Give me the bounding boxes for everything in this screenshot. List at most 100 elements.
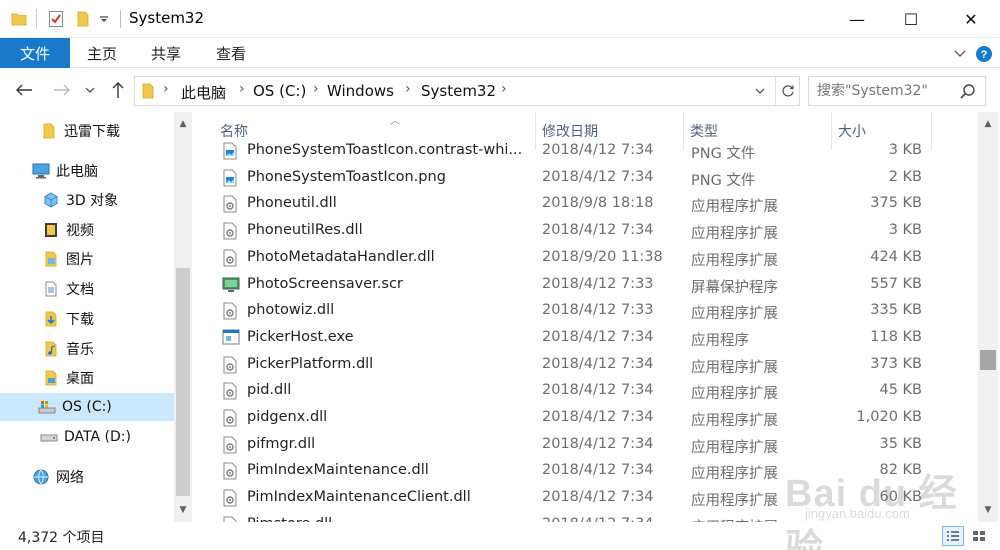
tab-share[interactable]: 共享 <box>151 38 181 68</box>
up-button[interactable] <box>106 78 130 102</box>
file-row[interactable]: PhoneutilRes.dll 2018/4/12 7:34 应用程序扩展 3 KB <box>192 218 978 245</box>
scrollbar-thumb[interactable] <box>176 268 190 496</box>
scroll-down-icon[interactable]: ▼ <box>978 502 998 518</box>
breadcrumb-this-pc[interactable]: 此电脑 <box>181 82 226 103</box>
breadcrumb-system32[interactable]: System32 <box>421 82 496 100</box>
expand-ribbon-icon[interactable] <box>950 44 970 64</box>
refresh-icon <box>781 85 794 97</box>
file-date: 2018/4/12 7:34 <box>542 409 654 425</box>
search-box[interactable] <box>808 76 986 106</box>
nav-item-documents[interactable]: 文档 <box>42 275 94 303</box>
video-icon <box>42 221 60 239</box>
large-icons-view-button[interactable] <box>968 526 990 546</box>
file-row[interactable]: PhotoScreensaver.scr 2018/4/12 7:33 屏幕保护程序… <box>192 272 978 299</box>
customize-toolbar-icon[interactable] <box>97 9 111 29</box>
file-name: pid.dll <box>247 382 292 399</box>
nav-item-music[interactable]: 音乐 <box>42 335 94 363</box>
dll-icon <box>222 356 238 374</box>
file-row[interactable]: PhoneSystemToastIcon.png 2018/4/12 7:34 PN… <box>192 165 978 192</box>
details-view-button[interactable] <box>942 526 964 546</box>
file-name: PhoneutilRes.dll <box>247 222 363 239</box>
file-type: 应用程序扩展 <box>691 413 778 429</box>
close-button[interactable]: ✕ <box>944 0 998 38</box>
file-size: 2 KB <box>888 168 922 185</box>
downloads-icon <box>42 310 60 328</box>
file-row[interactable]: PickerHost.exe 2018/4/12 7:34 应用程序 118 KB <box>192 325 978 352</box>
breadcrumb-windows[interactable]: Windows <box>327 82 394 100</box>
chevron-right-icon[interactable]: › <box>313 81 319 97</box>
dll-icon <box>222 489 238 507</box>
address-bar[interactable]: › 此电脑 › OS (C:) › Windows › System32 › <box>134 76 800 106</box>
file-size: 3 KB <box>888 142 922 158</box>
file-row[interactable]: Phoneutil.dll 2018/9/8 18:18 应用程序扩展 375 KB <box>192 191 978 218</box>
file-row[interactable]: PhoneSystemToastIcon.contrast-whi... 2018… <box>192 138 978 165</box>
nav-item-videos[interactable]: 视频 <box>42 216 94 244</box>
maximize-button[interactable]: ☐ <box>884 0 938 38</box>
file-row[interactable]: PimIndexMaintenance.dll 2018/4/12 7:34 应用程… <box>192 458 978 485</box>
nav-item-downloads[interactable]: 下载 <box>42 305 94 333</box>
address-history-button[interactable] <box>749 79 771 103</box>
chevron-right-icon[interactable]: › <box>163 81 169 97</box>
nav-item-os-drive[interactable]: OS (C:) <box>0 393 174 421</box>
help-icon[interactable]: ? <box>974 44 994 64</box>
file-name: PickerHost.exe <box>247 328 354 345</box>
nav-item-data-drive[interactable]: DATA (D:) <box>40 423 131 451</box>
nav-item-network[interactable]: 网络 <box>32 463 84 491</box>
file-row[interactable]: PickerPlatform.dll 2018/4/12 7:34 应用程序扩展 37… <box>192 352 978 379</box>
scroll-up-icon[interactable]: ▲ <box>174 116 192 132</box>
file-name: PhotoScreensaver.scr <box>247 275 403 292</box>
file-date: 2018/4/12 7:34 <box>542 222 654 239</box>
file-row[interactable]: pidgenx.dll 2018/4/12 7:34 应用程序扩展 1,020 KB <box>192 405 978 432</box>
refresh-button[interactable] <box>775 77 799 105</box>
nav-item-label: DATA (D:) <box>64 429 131 445</box>
file-date: 2018/4/12 7:34 <box>542 382 654 399</box>
navigation-pane-scrollbar[interactable]: ▲ ▼ <box>174 112 192 522</box>
chevron-right-icon[interactable]: › <box>501 81 507 97</box>
scrollbar-thumb[interactable] <box>980 350 996 370</box>
forward-button[interactable] <box>50 78 74 102</box>
nav-item-3d-objects[interactable]: 3D 对象 <box>42 186 118 214</box>
file-row[interactable]: PhotoMetadataHandler.dll 2018/9/20 11:38 应… <box>192 245 978 272</box>
file-type: 应用程序扩展 <box>691 306 778 323</box>
nav-item-pictures[interactable]: 图片 <box>42 245 94 273</box>
file-row[interactable]: pid.dll 2018/4/12 7:34 应用程序扩展 45 KB <box>192 378 978 405</box>
dll-icon <box>222 302 238 320</box>
network-icon <box>32 468 50 486</box>
tab-home[interactable]: 主页 <box>87 38 117 68</box>
scroll-up-icon[interactable]: ▲ <box>978 116 998 132</box>
file-size: 375 KB <box>870 195 922 212</box>
file-name: pifmgr.dll <box>247 435 316 452</box>
recent-locations-button[interactable] <box>82 78 98 102</box>
search-input[interactable] <box>817 81 957 101</box>
breadcrumb-os-drive[interactable]: OS (C:) <box>253 82 306 100</box>
file-row[interactable]: photowiz.dll 2018/4/12 7:33 应用程序扩展 335 KB <box>192 298 978 325</box>
file-row[interactable]: Pimstore.dll2018/4/12 7:34应用程序扩展 <box>192 512 978 522</box>
file-list-scrollbar[interactable]: ▲ ▼ <box>978 112 998 522</box>
music-icon <box>42 340 60 358</box>
dll-icon <box>222 222 238 240</box>
file-size: 424 KB <box>870 248 922 265</box>
file-row[interactable]: PimIndexMaintenanceClient.dll 2018/4/12 7… <box>192 485 978 512</box>
properties-icon[interactable] <box>46 9 66 29</box>
nav-item-this-pc[interactable]: 此电脑 <box>32 157 98 185</box>
tab-file[interactable]: 文件 <box>0 38 70 68</box>
back-button[interactable] <box>12 78 36 102</box>
tab-view[interactable]: 查看 <box>216 38 246 68</box>
nav-item-label: 图片 <box>66 252 94 268</box>
chevron-right-icon[interactable]: › <box>405 81 411 97</box>
nav-item-desktop[interactable]: 桌面 <box>42 364 94 392</box>
chevron-right-icon[interactable]: › <box>239 81 245 97</box>
file-size: 373 KB <box>870 355 922 372</box>
file-list: 名称 ︿ 修改日期 类型 大小 PhoneSystemToastIcon.con… <box>192 112 978 522</box>
file-name: PickerPlatform.dll <box>247 355 374 372</box>
file-type: 应用程序扩展 <box>691 252 778 269</box>
nav-item-xunlei-downloads[interactable]: 迅雷下载 <box>40 117 120 145</box>
search-icon[interactable] <box>959 83 977 101</box>
scroll-down-icon[interactable]: ▼ <box>174 502 192 518</box>
file-name: PhoneSystemToastIcon.contrast-whi... <box>247 142 523 158</box>
new-folder-icon[interactable] <box>74 9 92 29</box>
file-row[interactable]: pifmgr.dll 2018/4/12 7:34 应用程序扩展 35 KB <box>192 432 978 459</box>
window-title: System32 <box>129 9 205 27</box>
minimize-button[interactable]: — <box>830 0 884 38</box>
file-type: PNG 文件 <box>691 146 756 162</box>
